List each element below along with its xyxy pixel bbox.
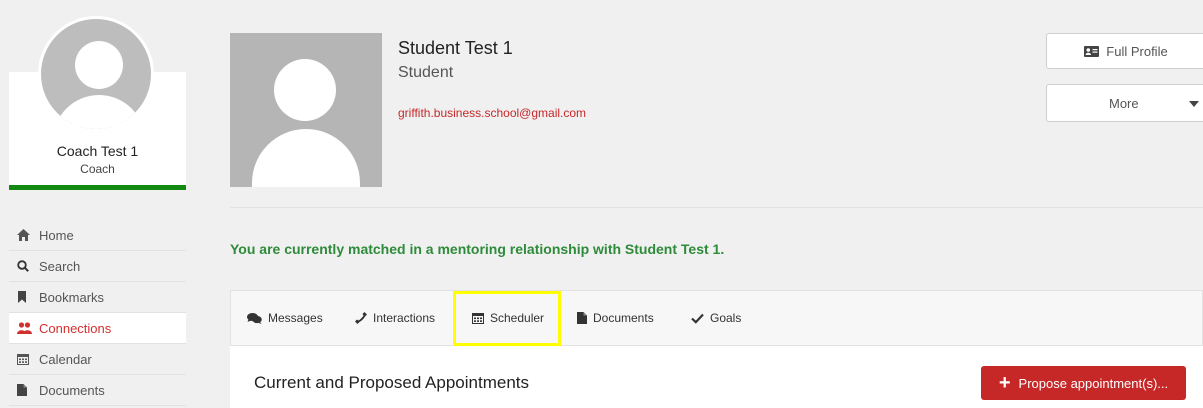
tab-label: Interactions	[373, 311, 436, 325]
tab-label: Documents	[593, 311, 654, 325]
coach-avatar	[38, 16, 154, 132]
caret-down-icon	[1189, 101, 1199, 107]
propose-appointment-label: Propose appointment(s)...	[1018, 375, 1169, 391]
tab-documents[interactable]: Documents	[577, 291, 654, 345]
home-icon	[17, 229, 35, 241]
propose-appointment-button[interactable]: + Propose appointment(s)...	[981, 366, 1186, 400]
sidebar-item-label: Search	[39, 258, 81, 274]
phone-icon	[355, 312, 367, 324]
sidebar-item-label: Documents	[39, 382, 105, 398]
full-profile-button[interactable]: Full Profile	[1046, 33, 1203, 69]
side-nav: Home Search Bookmarks Connections Calend…	[9, 220, 186, 406]
scheduler-tab-highlight	[453, 291, 561, 346]
sidebar-item-documents[interactable]: Documents	[9, 375, 186, 406]
plus-icon: +	[998, 372, 1011, 394]
sidebar-item-bookmarks[interactable]: Bookmarks	[9, 282, 186, 313]
sidebar-item-label: Home	[39, 227, 74, 243]
bookmark-icon	[17, 291, 35, 303]
tab-goals[interactable]: Goals	[691, 291, 741, 345]
connection-tabs: Messages Interactions Scheduler Document…	[230, 290, 1203, 346]
student-role: Student	[398, 64, 454, 81]
tab-label: Messages	[268, 311, 323, 325]
coach-name: Coach Test 1	[56, 143, 139, 159]
users-icon	[17, 322, 35, 334]
sidebar-item-label: Calendar	[39, 351, 92, 367]
document-icon	[17, 384, 35, 396]
coach-role: Coach	[80, 162, 115, 176]
document-icon	[577, 312, 587, 324]
tab-label: Goals	[710, 311, 742, 325]
more-dropdown-button[interactable]: More	[1046, 84, 1203, 122]
student-avatar	[230, 33, 382, 187]
sidebar-item-search[interactable]: Search	[9, 251, 186, 282]
tab-messages[interactable]: Messages	[247, 291, 323, 345]
appointments-section-title: Current and Proposed Appointments	[254, 373, 530, 392]
check-icon	[691, 313, 704, 324]
tab-interactions[interactable]: Interactions	[355, 291, 435, 345]
student-email-link[interactable]: griffith.business.school@gmail.com	[398, 106, 586, 120]
sidebar-item-home[interactable]: Home	[9, 220, 186, 251]
sidebar: Coach Test 1 Coach Home Search Bookmarks…	[0, 0, 186, 408]
comments-icon	[247, 312, 262, 324]
more-label: More	[1109, 96, 1139, 111]
student-name: Student Test 1	[398, 38, 513, 58]
search-icon	[17, 260, 35, 272]
full-profile-label: Full Profile	[1106, 43, 1168, 59]
calendar-icon	[17, 353, 35, 365]
sidebar-item-calendar[interactable]: Calendar	[9, 344, 186, 375]
sidebar-item-label: Connections	[39, 320, 112, 336]
match-status-message: You are currently matched in a mentoring…	[230, 241, 725, 257]
sidebar-item-label: Bookmarks	[39, 289, 105, 305]
sidebar-item-connections[interactable]: Connections	[9, 313, 186, 344]
id-card-icon	[1084, 45, 1100, 57]
header-divider	[230, 207, 1203, 208]
